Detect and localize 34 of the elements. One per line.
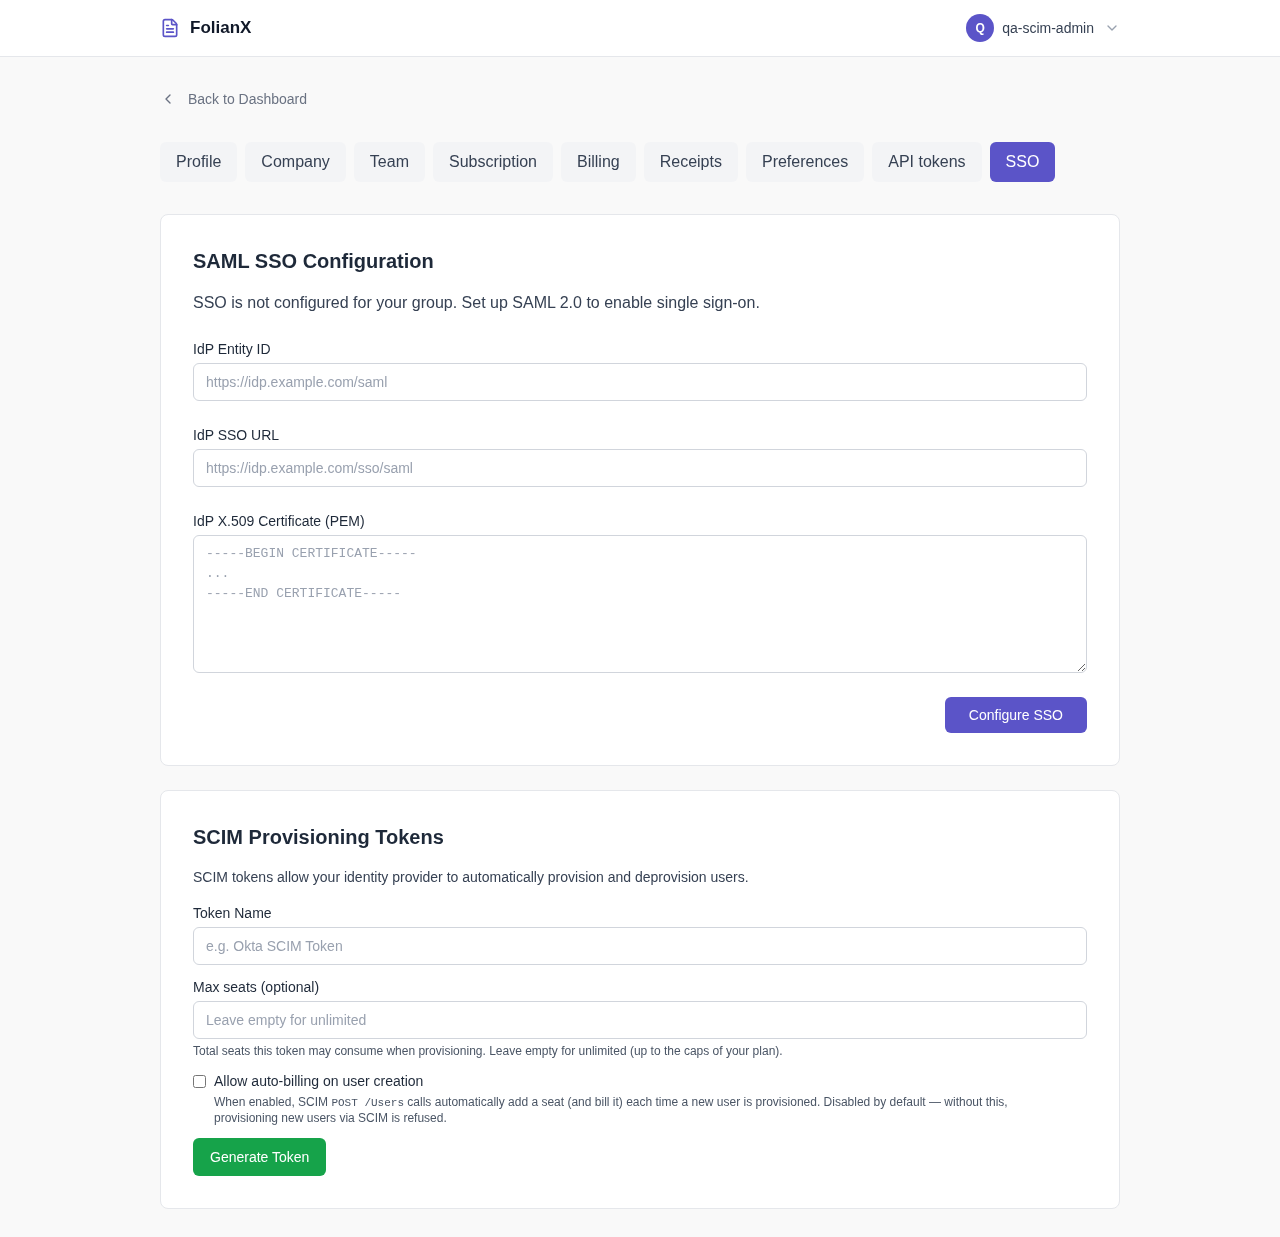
settings-tab[interactable]: SSO bbox=[989, 142, 1056, 182]
back-link[interactable]: Back to Dashboard bbox=[160, 89, 308, 109]
brand-name: FolianX bbox=[190, 17, 252, 40]
field-label: IdP Entity ID bbox=[193, 340, 272, 359]
settings-tab[interactable]: Preferences bbox=[745, 142, 865, 182]
text-input[interactable]: https://idp.example.com/saml bbox=[193, 363, 1087, 401]
auto-billing-checkbox[interactable] bbox=[193, 1075, 206, 1088]
field-label: IdP SSO URL bbox=[193, 426, 281, 445]
field-label: IdP X.509 Certificate (PEM) bbox=[193, 512, 366, 531]
user-avatar: Q bbox=[966, 14, 995, 42]
text-input[interactable]: Leave empty for unlimited bbox=[193, 1001, 1087, 1039]
certificate-textarea[interactable]: -----BEGIN CERTIFICATE----- ... -----END CERTIFICATE----- bbox=[193, 535, 1087, 673]
checkbox-label: Allow auto-billing on user creation bbox=[214, 1072, 425, 1091]
settings-tab[interactable]: Subscription bbox=[432, 142, 553, 182]
text-input[interactable]: https://idp.example.com/sso/saml bbox=[193, 449, 1087, 487]
settings-tab[interactable]: Profile bbox=[160, 142, 238, 182]
settings-tab[interactable]: Receipts bbox=[643, 142, 738, 182]
card-title: SAML SSO Configuration bbox=[193, 249, 435, 274]
field-label: Max seats (optional) bbox=[193, 978, 321, 997]
text-input[interactable]: e.g. Okta SCIM Token bbox=[193, 927, 1087, 965]
card-title: SCIM Provisioning Tokens bbox=[193, 825, 445, 850]
settings-tab[interactable]: API tokens bbox=[872, 142, 982, 182]
field-label: Token Name bbox=[193, 904, 273, 923]
card-description: SCIM tokens allow your identity provider to automatically provision and deprovision users. bbox=[193, 868, 750, 887]
configure-sso-button[interactable]: Configure SSO bbox=[944, 697, 1087, 733]
user-name: qa-scim-admin bbox=[1002, 19, 1094, 38]
card-description: SSO is not configured for your group. Set up SAML 2.0 to enable single sign-on. bbox=[193, 293, 761, 313]
document-icon bbox=[160, 18, 180, 38]
settings-tab[interactable]: Billing bbox=[561, 142, 636, 182]
auto-billing-description: When enabled, SCIM POST /Users calls automatically add a seat (and bill it) each time a new user is provisioned. Disabled by default — without this, provisioning new users via SCIM is refused. bbox=[214, 1095, 1009, 1126]
settings-tab[interactable]: Team bbox=[353, 142, 425, 182]
field-hint: Total seats this token may consume when provisioning. Leave empty for unlimited (up to the caps of your plan). bbox=[193, 1043, 784, 1059]
user-menu[interactable]: Q qa-scim-admin bbox=[966, 14, 1120, 42]
settings-tab[interactable]: Company bbox=[245, 142, 346, 182]
